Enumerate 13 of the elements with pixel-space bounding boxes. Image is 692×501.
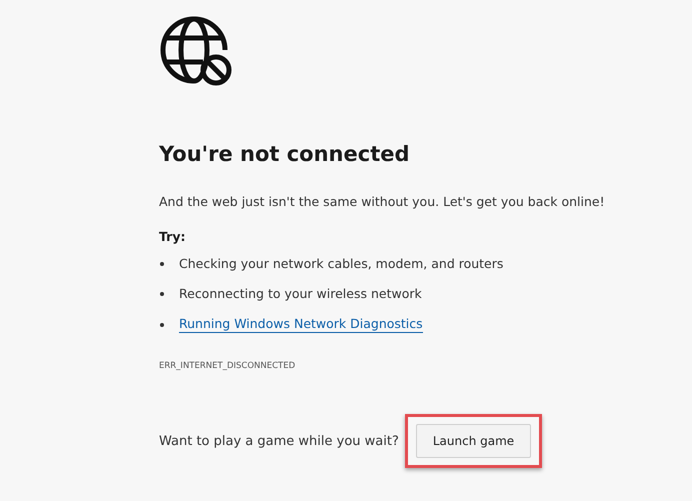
diagnostics-link[interactable]: Running Windows Network Diagnostics — [179, 316, 423, 333]
launch-game-button[interactable]: Launch game — [416, 424, 532, 458]
suggestion-text: Reconnecting to your wireless network — [179, 286, 422, 301]
suggestion-text: Checking your network cables, modem, and routers — [179, 256, 504, 271]
message-text: And the web just isn't the same without you. Let's get you back online! — [159, 194, 605, 209]
bullet-icon — [160, 322, 164, 326]
globe-blocked-icon — [159, 15, 233, 87]
page-title: You're not connected — [159, 142, 410, 166]
try-heading: Try: — [159, 229, 186, 244]
error-code: ERR_INTERNET_DISCONNECTED — [159, 361, 296, 371]
game-prompt: Want to play a game while you wait? — [159, 434, 399, 448]
bullet-icon — [160, 292, 164, 296]
bullet-icon — [160, 262, 164, 266]
